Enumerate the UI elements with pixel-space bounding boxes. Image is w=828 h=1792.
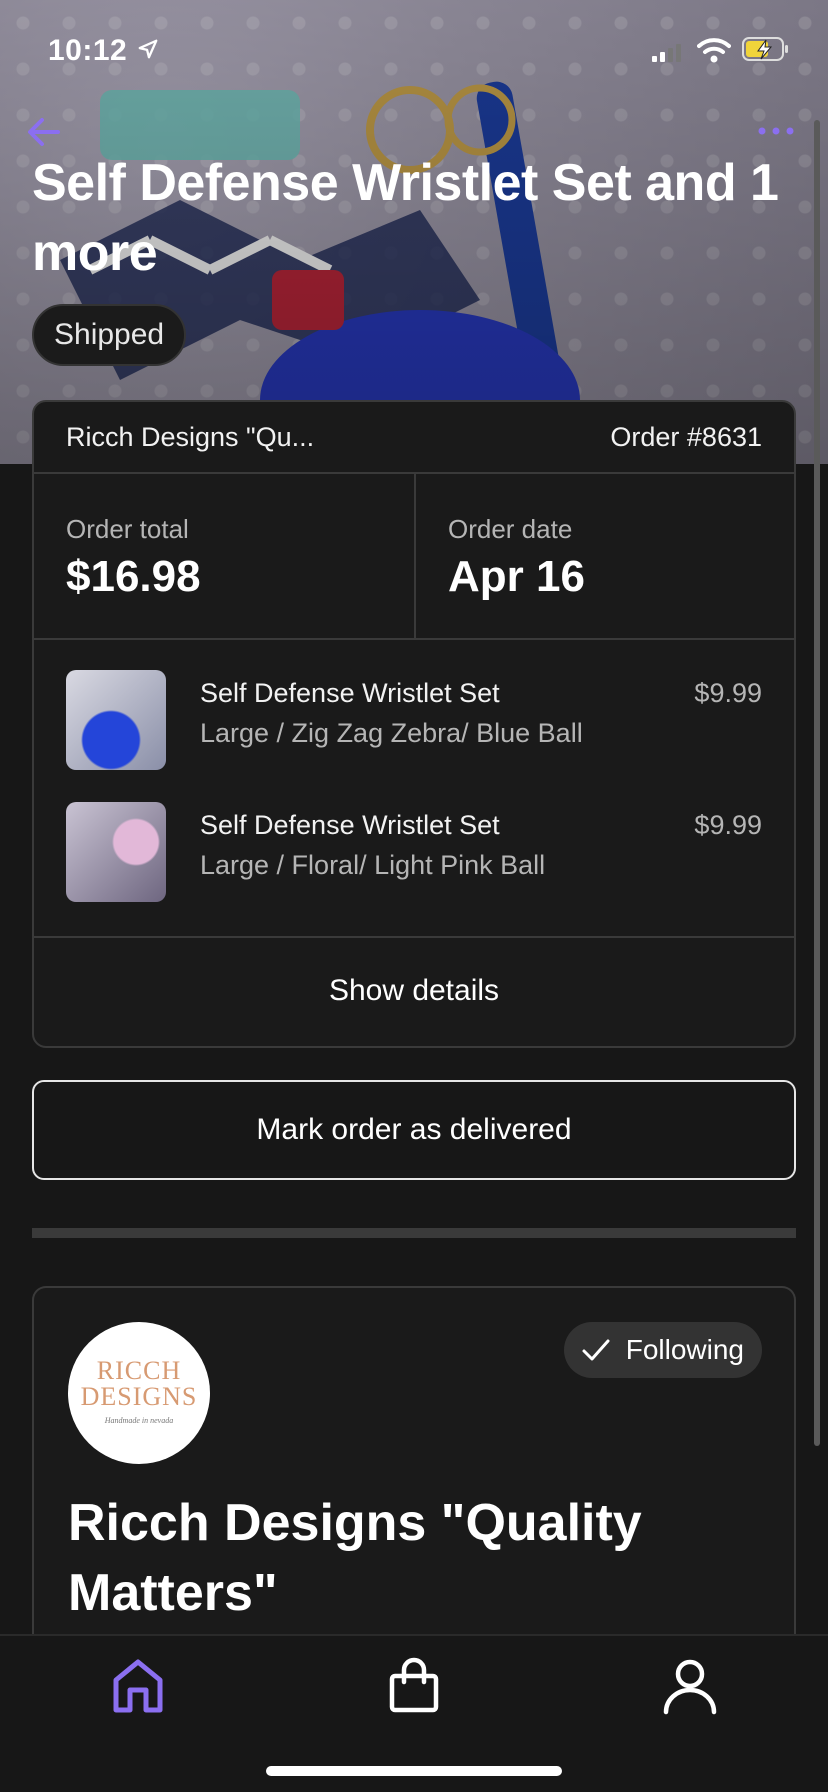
following-label: Following	[625, 1334, 744, 1365]
status-badge: Shipped	[32, 304, 187, 366]
section-divider	[32, 1228, 796, 1238]
order-date-value: Apr 16	[448, 552, 585, 601]
bag-icon[interactable]	[384, 1656, 444, 1716]
profile-icon[interactable]	[660, 1656, 720, 1716]
item-name: Self Defense Wristlet Set	[200, 678, 500, 708]
order-card-header: Ricch Designs "Qu... Order #8631	[34, 402, 794, 474]
home-icon[interactable]	[108, 1656, 168, 1716]
show-details-button[interactable]: Show details	[34, 936, 794, 1046]
shop-logo[interactable]: RICCH DESIGNS Handmade in nevada	[68, 1322, 210, 1464]
order-number: Order #8631	[610, 422, 762, 452]
item-variant: Large / Zig Zag Zebra/ Blue Ball	[200, 718, 583, 748]
item-variant: Large / Floral/ Light Pink Ball	[200, 850, 546, 880]
shop-card: RICCH DESIGNS Handmade in nevada Followi…	[32, 1286, 796, 1686]
back-arrow-icon[interactable]	[24, 112, 64, 152]
page-title: Self Defense Wristlet Set and 1 more	[32, 154, 779, 282]
list-item[interactable]: Self Defense Wristlet Set Large / Floral…	[34, 772, 794, 904]
order-total-value: $16.98	[66, 552, 201, 601]
mark-delivered-button[interactable]: Mark order as delivered	[32, 1080, 796, 1180]
location-arrow-icon	[138, 39, 158, 59]
scrollbar[interactable]	[814, 120, 820, 1446]
wifi-icon	[697, 38, 731, 63]
shop-name[interactable]: Ricch Designs "Qu...	[66, 422, 314, 453]
order-card: Ricch Designs "Qu... Order #8631 Order t…	[32, 400, 796, 1048]
battery-charging-icon	[742, 37, 788, 61]
signal-icon	[652, 44, 681, 62]
list-item[interactable]: Self Defense Wristlet Set Large / Zig Za…	[34, 640, 794, 772]
order-date-label: Order date	[448, 514, 573, 544]
home-indicator[interactable]	[266, 1766, 562, 1776]
more-icon[interactable]	[754, 116, 798, 146]
check-icon	[582, 1339, 610, 1361]
order-summary: Order total $16.98 Order date Apr 16	[34, 474, 794, 640]
logo-tagline: Handmade in nevada	[104, 1416, 174, 1425]
item-name: Self Defense Wristlet Set	[200, 810, 500, 840]
shop-title: Ricch Designs "Quality Matters"	[68, 1494, 642, 1622]
summary-divider	[414, 474, 416, 638]
following-button[interactable]: Following	[563, 1322, 762, 1378]
logo-line2: DESIGNS	[80, 1382, 198, 1411]
item-price: $9.99	[694, 678, 762, 708]
order-total-label: Order total	[66, 514, 189, 544]
product-thumbnail	[66, 802, 166, 902]
product-thumbnail	[66, 670, 166, 770]
status-time: 10:12	[48, 34, 128, 67]
status-bar: 10:12	[0, 0, 828, 100]
item-price: $9.99	[694, 810, 762, 840]
